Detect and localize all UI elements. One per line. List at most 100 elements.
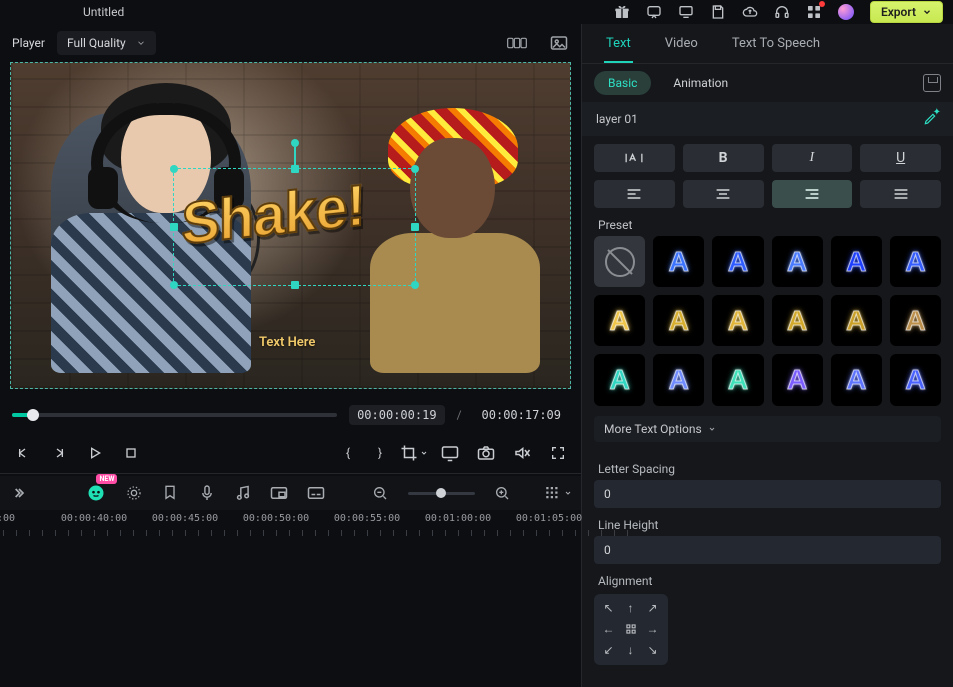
mute-button[interactable] (511, 442, 533, 464)
preset-grid: AAAAAAAAAAAAAAAAA (582, 236, 953, 406)
tab-video[interactable]: Video (663, 26, 700, 63)
align-ml[interactable]: ← (600, 621, 617, 638)
align-mc[interactable] (622, 621, 639, 638)
preset-swatch-6[interactable]: A (594, 295, 645, 346)
stop-button[interactable] (120, 442, 142, 464)
scrub-bar: 00:00:00:19 / 00:00:17:09 (0, 395, 581, 435)
align-br[interactable]: ↘ (644, 642, 661, 659)
underline-button[interactable]: U (860, 144, 941, 172)
avatar[interactable] (838, 4, 854, 20)
next-frame-button[interactable] (48, 442, 70, 464)
titlebar: Untitled Export (0, 0, 953, 24)
align-tl[interactable]: ↖ (600, 600, 617, 617)
quality-dropdown[interactable]: Full Quality (57, 31, 156, 55)
chat-icon[interactable] (646, 4, 662, 20)
cloud-upload-icon[interactable] (742, 4, 758, 20)
zoom-out-button[interactable] (371, 482, 389, 504)
italic-button[interactable]: I (772, 144, 853, 172)
new-badge: NEW (96, 474, 117, 484)
save-preset-button[interactable] (923, 74, 941, 92)
align-left-button[interactable] (594, 180, 675, 208)
preset-swatch-7[interactable]: A (653, 295, 704, 346)
track-options-icon[interactable] (547, 482, 569, 504)
preset-swatch-12[interactable]: A (594, 354, 645, 405)
letter-spacing-label: Letter Spacing (582, 452, 953, 480)
ruler-label: 00:00:55:00 (334, 514, 400, 524)
gift-icon[interactable] (614, 4, 630, 20)
voiceover-icon[interactable] (197, 482, 215, 504)
character-spacing-button[interactable] (594, 144, 675, 172)
align-mr[interactable]: → (644, 621, 661, 638)
markers-icon[interactable] (161, 482, 179, 504)
align-justify-button[interactable] (860, 180, 941, 208)
align-bc[interactable]: ↓ (622, 642, 639, 659)
preset-swatch-9[interactable]: A (772, 295, 823, 346)
align-center-button[interactable] (683, 180, 764, 208)
preset-swatch-11[interactable]: A (890, 295, 941, 346)
selection-box[interactable] (173, 168, 416, 286)
monitor-icon[interactable] (678, 4, 694, 20)
subtab-animation[interactable]: Animation (659, 71, 742, 95)
compare-icon[interactable] (507, 33, 527, 53)
snapshot-button[interactable] (475, 442, 497, 464)
line-height-input[interactable]: 0 (594, 536, 941, 564)
preset-swatch-2[interactable]: A (712, 236, 763, 287)
zoom-in-button[interactable] (493, 482, 511, 504)
tab-tts[interactable]: Text To Speech (730, 26, 822, 63)
inspector-panel: Text Video Text To Speech Basic Animatio… (581, 24, 953, 687)
preset-swatch-4[interactable]: A (831, 236, 882, 287)
record-screen-button[interactable] (439, 442, 461, 464)
preview-canvas[interactable]: Shake! Text Here (10, 62, 571, 389)
preset-swatch-10[interactable]: A (831, 295, 882, 346)
letter-spacing-input[interactable]: 0 (594, 480, 941, 508)
preset-swatch-3[interactable]: A (772, 236, 823, 287)
project-title: Untitled (83, 5, 124, 19)
mark-out-button[interactable]: } (371, 444, 389, 462)
caption-icon[interactable] (307, 482, 325, 504)
preset-swatch-14[interactable]: A (712, 354, 763, 405)
save-icon[interactable] (710, 4, 726, 20)
effects-icon[interactable] (124, 482, 142, 504)
prev-frame-button[interactable] (12, 442, 34, 464)
subtab-basic[interactable]: Basic (594, 71, 651, 95)
apps-icon[interactable] (806, 4, 822, 20)
align-bl[interactable]: ↙ (600, 642, 617, 659)
bold-button[interactable]: B (683, 144, 764, 172)
align-tr[interactable]: ↗ (644, 600, 661, 617)
export-button[interactable]: Export (870, 1, 943, 23)
fullscreen-button[interactable] (547, 442, 569, 464)
preset-swatch-0[interactable] (594, 236, 645, 287)
thumbnail-icon[interactable] (549, 33, 569, 53)
ruler-label: 00:00:45:00 (152, 514, 218, 524)
preset-swatch-1[interactable]: A (653, 236, 704, 287)
preset-swatch-16[interactable]: A (831, 354, 882, 405)
transport-controls: { } (0, 435, 581, 471)
preset-swatch-15[interactable]: A (772, 354, 823, 405)
mark-in-button[interactable]: { (339, 444, 357, 462)
audio-icon[interactable] (234, 482, 252, 504)
export-label: Export (881, 5, 916, 19)
timeline-ruler[interactable]: 5:0000:00:40:0000:00:45:0000:00:50:0000:… (0, 510, 581, 630)
crop-button[interactable] (403, 442, 425, 464)
scrub-track[interactable] (12, 413, 337, 417)
preset-swatch-13[interactable]: A (653, 354, 704, 405)
align-tc[interactable]: ↑ (622, 600, 639, 617)
align-right-button[interactable] (772, 180, 853, 208)
ai-assistant-button[interactable]: NEW (86, 482, 106, 504)
rotate-handle[interactable] (291, 139, 299, 147)
more-text-options[interactable]: More Text Options (594, 416, 941, 442)
play-button[interactable] (84, 442, 106, 464)
pip-icon[interactable] (270, 482, 288, 504)
format-row-2 (582, 172, 953, 208)
preset-swatch-17[interactable]: A (890, 354, 941, 405)
headset-icon[interactable] (774, 4, 790, 20)
expand-tracks-button[interactable] (12, 482, 30, 504)
player-label: Player (12, 36, 45, 50)
tab-text[interactable]: Text (604, 26, 633, 63)
preset-swatch-8[interactable]: A (712, 295, 763, 346)
subtitle-text-overlay[interactable]: Text Here (259, 335, 315, 350)
zoom-slider[interactable] (408, 492, 475, 495)
ruler-label: 00:00:40:00 (61, 514, 127, 524)
preset-swatch-5[interactable]: A (890, 236, 941, 287)
ai-edit-button[interactable]: ✦ (921, 110, 939, 128)
